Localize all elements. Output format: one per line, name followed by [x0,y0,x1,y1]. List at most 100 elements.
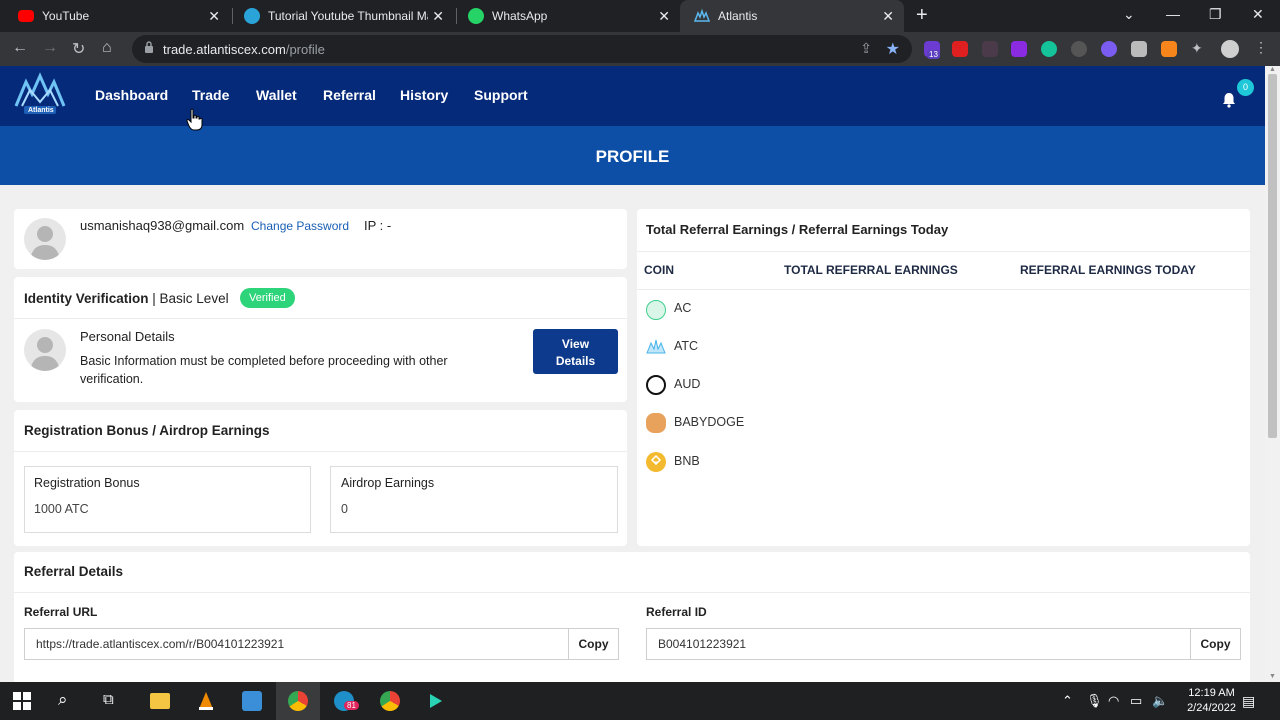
page-scrollbar[interactable]: ▲ ▼ [1265,66,1280,682]
notifications-icon[interactable]: ▤ [1242,693,1255,710]
scroll-down-icon[interactable]: ▼ [1269,673,1276,680]
extensions-puzzle-icon[interactable]: ✦ [1191,40,1207,56]
personal-details-desc: Basic Information must be completed befo… [80,354,448,368]
airdrop-earnings-box: Airdrop Earnings 0 [330,466,618,533]
new-tab-button[interactable]: + [916,4,936,27]
divider [14,451,627,452]
extension-icon[interactable] [1131,41,1147,57]
extension-badge: 13 [927,50,940,59]
notification-badge: 0 [1237,79,1254,96]
forward-icon[interactable]: → [42,39,58,57]
scrollbar-thumb[interactable] [1268,74,1277,438]
scroll-up-icon[interactable]: ▲ [1269,66,1276,73]
wordpress-icon[interactable] [1071,41,1087,57]
ac-coin-icon [646,300,666,320]
extension-icon[interactable] [1011,41,1027,57]
close-icon[interactable]: ✕ [432,8,444,25]
copy-id-button[interactable]: Copy [1190,629,1240,659]
tab-atlantis[interactable]: Atlantis ✕ [680,0,904,32]
change-password-link[interactable]: Change Password [251,219,349,233]
registration-bonus-value: 1000 ATC [34,502,89,516]
bell-icon[interactable] [1221,92,1237,108]
nav-referral[interactable]: Referral [323,87,376,103]
tab-youtube[interactable]: YouTube ✕ [4,0,230,32]
extension-icon[interactable] [1101,41,1117,57]
home-icon[interactable]: ⌂ [102,39,112,57]
airdrop-earnings-label: Airdrop Earnings [341,476,435,490]
file-explorer-icon[interactable] [150,693,170,709]
windows-start-icon[interactable] [13,692,31,710]
tab-whatsapp[interactable]: WhatsApp ✕ [454,0,680,32]
extension-icon[interactable] [952,41,968,57]
metamask-icon[interactable] [1161,41,1177,57]
avatar [24,329,66,371]
atc-coin-icon [646,337,666,357]
copy-url-button[interactable]: Copy [568,629,618,659]
task-view-icon[interactable]: ⧉ [103,691,123,711]
close-icon[interactable]: ✕ [658,8,670,25]
nav-support[interactable]: Support [474,87,528,103]
microphone-icon[interactable]: 🎙 [1086,693,1103,709]
referral-details-title: Referral Details [24,564,124,579]
lock-icon [145,41,153,53]
page-viewport: Atlantis Dashboard Trade Wallet Referral… [0,66,1265,682]
atlantis-logo[interactable]: Atlantis [12,72,68,120]
back-icon[interactable]: ← [12,39,28,57]
view-details-button[interactable]: View Details [533,329,618,374]
close-icon[interactable]: ✕ [882,8,894,25]
aud-coin-icon [646,375,666,395]
more-menu-icon[interactable]: ⋮ [1254,39,1270,55]
tab-canva[interactable]: Tutorial Youtube Thumbnail Mak ✕ [230,0,454,32]
nav-history[interactable]: History [400,87,448,103]
account-card: usmanishaq938@gmail.com Change Password … [14,209,627,269]
hand-cursor-icon [186,108,203,131]
bookmark-star-icon[interactable]: ★ [886,39,900,59]
window-close-icon[interactable]: ✕ [1252,6,1264,23]
logo-text: Atlantis [28,107,54,114]
identity-heading: Identity Verification | Basic Level [24,291,229,306]
nav-wallet[interactable]: Wallet [256,87,297,103]
address-bar[interactable]: trade.atlantiscex.com/profile ⇪ ★ [132,35,912,63]
filmora-icon[interactable] [426,691,446,711]
chrome-icon[interactable] [380,691,400,711]
referral-id-field[interactable]: B004101223921 Copy [646,628,1241,660]
profile-banner: PROFILE [0,126,1265,185]
registration-bonus-box: Registration Bonus 1000 ATC [24,466,311,533]
search-icon[interactable]: ⌕ [58,690,78,710]
atlantis-icon [693,8,711,24]
grammarly-icon[interactable] [1041,41,1057,57]
extension-icon[interactable] [982,41,998,57]
col-referral-earnings-today: REFERRAL EARNINGS TODAY [1020,263,1196,277]
registration-bonus-label: Registration Bonus [34,476,140,490]
earnings-title: Total Referral Earnings / Referral Earni… [646,222,949,237]
tab-search-icon[interactable]: ⌄ [1123,6,1135,23]
nav-trade[interactable]: Trade [192,87,229,103]
nav-dashboard[interactable]: Dashboard [95,87,168,103]
divider [14,592,1250,593]
app-icon[interactable] [242,691,262,711]
page-title: PROFILE [595,147,670,166]
status-badge: Verified [240,288,295,308]
share-icon[interactable]: ⇪ [860,40,872,57]
coin-name: ATC [674,339,699,353]
close-icon[interactable]: ✕ [208,8,220,25]
battery-icon[interactable]: ▭ [1130,693,1142,709]
minimize-icon[interactable]: — [1166,6,1180,22]
col-coin: COIN [644,263,674,277]
airdrop-earnings-value: 0 [341,502,348,516]
vlc-icon[interactable] [196,691,216,711]
chrome-icon[interactable] [288,691,308,711]
reload-icon[interactable]: ↻ [72,39,85,59]
telegram-badge: 81 [344,701,359,710]
bnb-coin-icon [646,452,666,472]
tray-chevron-icon[interactable]: ⌃ [1062,693,1073,709]
network-icon[interactable]: ◠ [1108,693,1119,709]
bonus-title: Registration Bonus / Airdrop Earnings [24,423,270,438]
profile-avatar[interactable] [1221,40,1239,58]
referral-url-field[interactable]: https://trade.atlantiscex.com/r/B0041012… [24,628,619,660]
divider [637,251,1250,252]
restore-icon[interactable]: ❐ [1209,6,1222,23]
bonus-card: Registration Bonus / Airdrop Earnings Re… [14,410,627,546]
system-clock[interactable]: 12:19 AM 2/24/2022 [1187,686,1236,716]
volume-icon[interactable]: 🔈 [1152,693,1168,709]
